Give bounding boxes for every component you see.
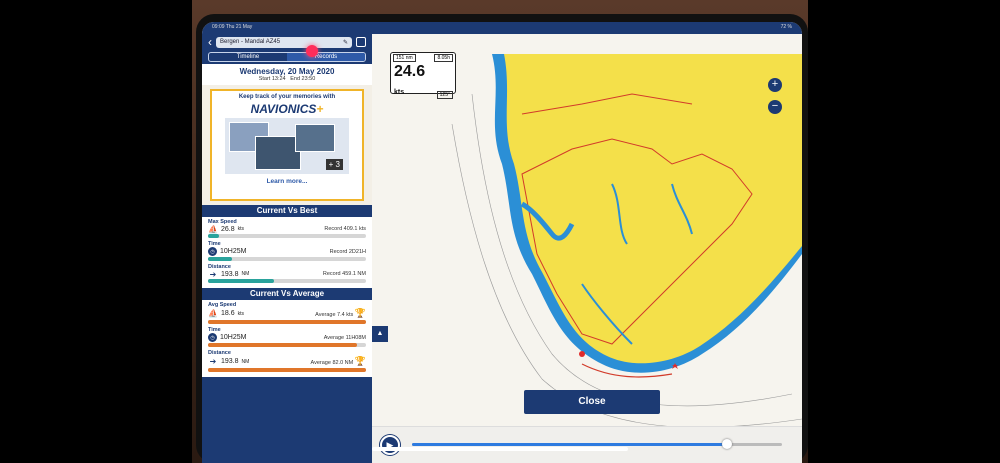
tablet-screen: 09:09 Thu 21 May 72 % ‹ Bergen - Mandal …	[202, 22, 802, 463]
stat-bar	[208, 368, 366, 372]
duration-readout: 8.05h	[434, 54, 453, 62]
stat-item: Time ◷ 10H25M Record 2D21H	[208, 241, 366, 261]
graph-icon[interactable]: ▲	[372, 326, 388, 342]
clock-icon: ◷	[208, 333, 217, 342]
tab-records[interactable]: Records	[287, 53, 365, 61]
trip-panel: ‹ Bergen - Mandal AZ45 ✎ Timeline Record…	[202, 34, 372, 463]
playback-slider[interactable]	[412, 439, 782, 449]
stat-bar	[208, 320, 366, 324]
stat-row: ◷ 10H25M Record 2D21H	[208, 247, 366, 256]
promo-section: Keep track of your memories with NAVIONI…	[202, 85, 372, 205]
stat-item: Time ◷ 10H25M Average 11H08M	[208, 327, 366, 347]
stat-record: Record 409.1 kts	[324, 226, 366, 232]
navionics-logo: NAVIONICS+	[250, 102, 324, 116]
close-button[interactable]: Close	[524, 390, 660, 414]
stat-bar-fill	[208, 279, 275, 283]
speed-row: 24.6 kts 125°	[391, 63, 455, 99]
stat-value: ◷ 10H25M	[208, 247, 249, 256]
distance-readout: 151 nm	[393, 54, 416, 62]
status-battery: 72 %	[780, 24, 792, 30]
speed-widget-top: 151 nm 8.05h	[391, 53, 455, 63]
trip-navbar: ‹ Bergen - Mandal AZ45 ✎	[202, 34, 372, 50]
status-bar: 09:09 Thu 21 May 72 %	[202, 22, 802, 34]
boat-icon: ⛵	[208, 224, 218, 234]
arrow-right-icon: ➔	[209, 357, 217, 366]
speed-widget[interactable]: 151 nm 8.05h 24.6 kts 125°	[390, 52, 456, 99]
clock-icon: ◷	[208, 247, 217, 256]
stat-record: Average 11H08M	[323, 334, 366, 341]
playback-progress	[412, 443, 727, 446]
stat-bar-fill	[208, 257, 232, 261]
arrow-right-icon: ➔	[209, 269, 217, 279]
stat-value: ⛵ 26.8 kts	[208, 224, 245, 234]
back-icon[interactable]: ‹	[208, 36, 212, 48]
status-time: 09:09 Thu 21 May	[212, 24, 253, 30]
current-vs-average-title: Current Vs Average	[202, 288, 372, 300]
trophy-icon: 🏆	[354, 308, 366, 318]
zoom-in-button[interactable]: +	[768, 78, 782, 92]
stat-value: ➔ 193.8 NM	[209, 357, 250, 366]
heading-readout: 125°	[436, 91, 453, 99]
stat-bar	[208, 234, 366, 238]
land-area	[504, 54, 802, 364]
trip-title: Bergen - Mandal AZ45	[220, 38, 281, 45]
share-icon[interactable]	[356, 37, 366, 47]
stat-item: Avg Speed ⛵ 18.6 kts Average 7.4 kts 🏆	[208, 302, 366, 324]
stat-row: ➔ 193.8 NM Record 459.1 NM	[208, 269, 366, 279]
trip-date: Wednesday, 20 May 2020	[239, 67, 335, 76]
home-indicator[interactable]	[372, 447, 628, 451]
current-vs-best-title: Current Vs Best	[202, 205, 372, 217]
stat-bar	[208, 279, 366, 283]
photo-thumb	[295, 124, 335, 152]
stat-item: Distance ➔ 193.8 NM Record 459.1 NM	[208, 264, 366, 283]
stat-row: ⛵ 18.6 kts Average 7.4 kts 🏆	[208, 308, 366, 319]
stat-record: Record 459.1 NM	[322, 271, 366, 277]
stat-record: Average 7.4 kts 🏆	[315, 308, 366, 318]
promo-text: Keep track of your memories with	[238, 94, 336, 100]
segment-tabs: Timeline Records	[208, 52, 366, 62]
more-photos-badge: + 3	[325, 159, 343, 170]
stat-bar-fill	[208, 234, 220, 238]
tablet-frame: 09:09 Thu 21 May 72 % ‹ Bergen - Mandal …	[196, 14, 808, 463]
playback-bar: ▶	[372, 426, 802, 463]
stat-item: Distance ➔ 193.8 NM Average 82.0 NM 🏆	[208, 350, 366, 372]
boat-icon: ⛵	[208, 309, 218, 318]
stat-bar-fill	[208, 343, 357, 347]
trip-date-box: Wednesday, 20 May 2020 Start 13:24 End 2…	[202, 64, 372, 85]
chart-map[interactable]: 151 nm 8.05h 24.6 kts 125° + − Close ▶	[372, 34, 802, 463]
stat-record: Average 82.0 NM 🏆	[310, 356, 366, 366]
tab-timeline[interactable]: Timeline	[209, 53, 287, 61]
playback-knob[interactable]	[721, 439, 732, 449]
edit-icon[interactable]: ✎	[343, 39, 348, 46]
stat-row: ⛵ 26.8 kts Record 409.1 kts	[208, 224, 366, 234]
stat-bar	[208, 343, 366, 347]
zoom-out-button[interactable]: −	[768, 100, 782, 114]
start-marker[interactable]	[579, 351, 585, 357]
stat-bar-fill	[208, 320, 366, 324]
stat-item: Max Speed ⛵ 26.8 kts Record 409.1 kts	[208, 219, 366, 238]
stat-bar-fill	[208, 368, 366, 372]
play-icon[interactable]: ▶	[380, 435, 400, 455]
photo-stage: 09:09 Thu 21 May 72 % ‹ Bergen - Mandal …	[0, 0, 1000, 463]
learn-more-link[interactable]: Learn more...	[215, 178, 359, 185]
promo-card[interactable]: Keep track of your memories with NAVIONI…	[210, 89, 364, 201]
trophy-icon: 🏆	[354, 356, 366, 366]
current-vs-best-stats: Max Speed ⛵ 26.8 kts Record 409.1 kts Tim…	[202, 217, 372, 288]
stat-row: ➔ 193.8 NM Average 82.0 NM 🏆	[208, 356, 366, 367]
stat-row: ◷ 10H25M Average 11H08M	[208, 333, 366, 342]
trip-times: Start 13:24 End 23:50	[258, 76, 316, 82]
touch-indicator	[306, 45, 318, 57]
stat-value: ⛵ 18.6 kts	[208, 309, 245, 318]
stat-record: Record 2D21H	[329, 248, 366, 255]
stat-value: ➔ 193.8 NM	[209, 269, 250, 279]
current-vs-average-stats: Avg Speed ⛵ 18.6 kts Average 7.4 kts 🏆 Ti…	[202, 300, 372, 377]
speed-readout: 24.6 kts	[394, 63, 426, 96]
stat-value: ◷ 10H25M	[208, 333, 249, 342]
stat-bar	[208, 257, 366, 261]
trip-title-field[interactable]: Bergen - Mandal AZ45 ✎	[216, 36, 352, 48]
promo-photos: + 3	[225, 118, 349, 174]
